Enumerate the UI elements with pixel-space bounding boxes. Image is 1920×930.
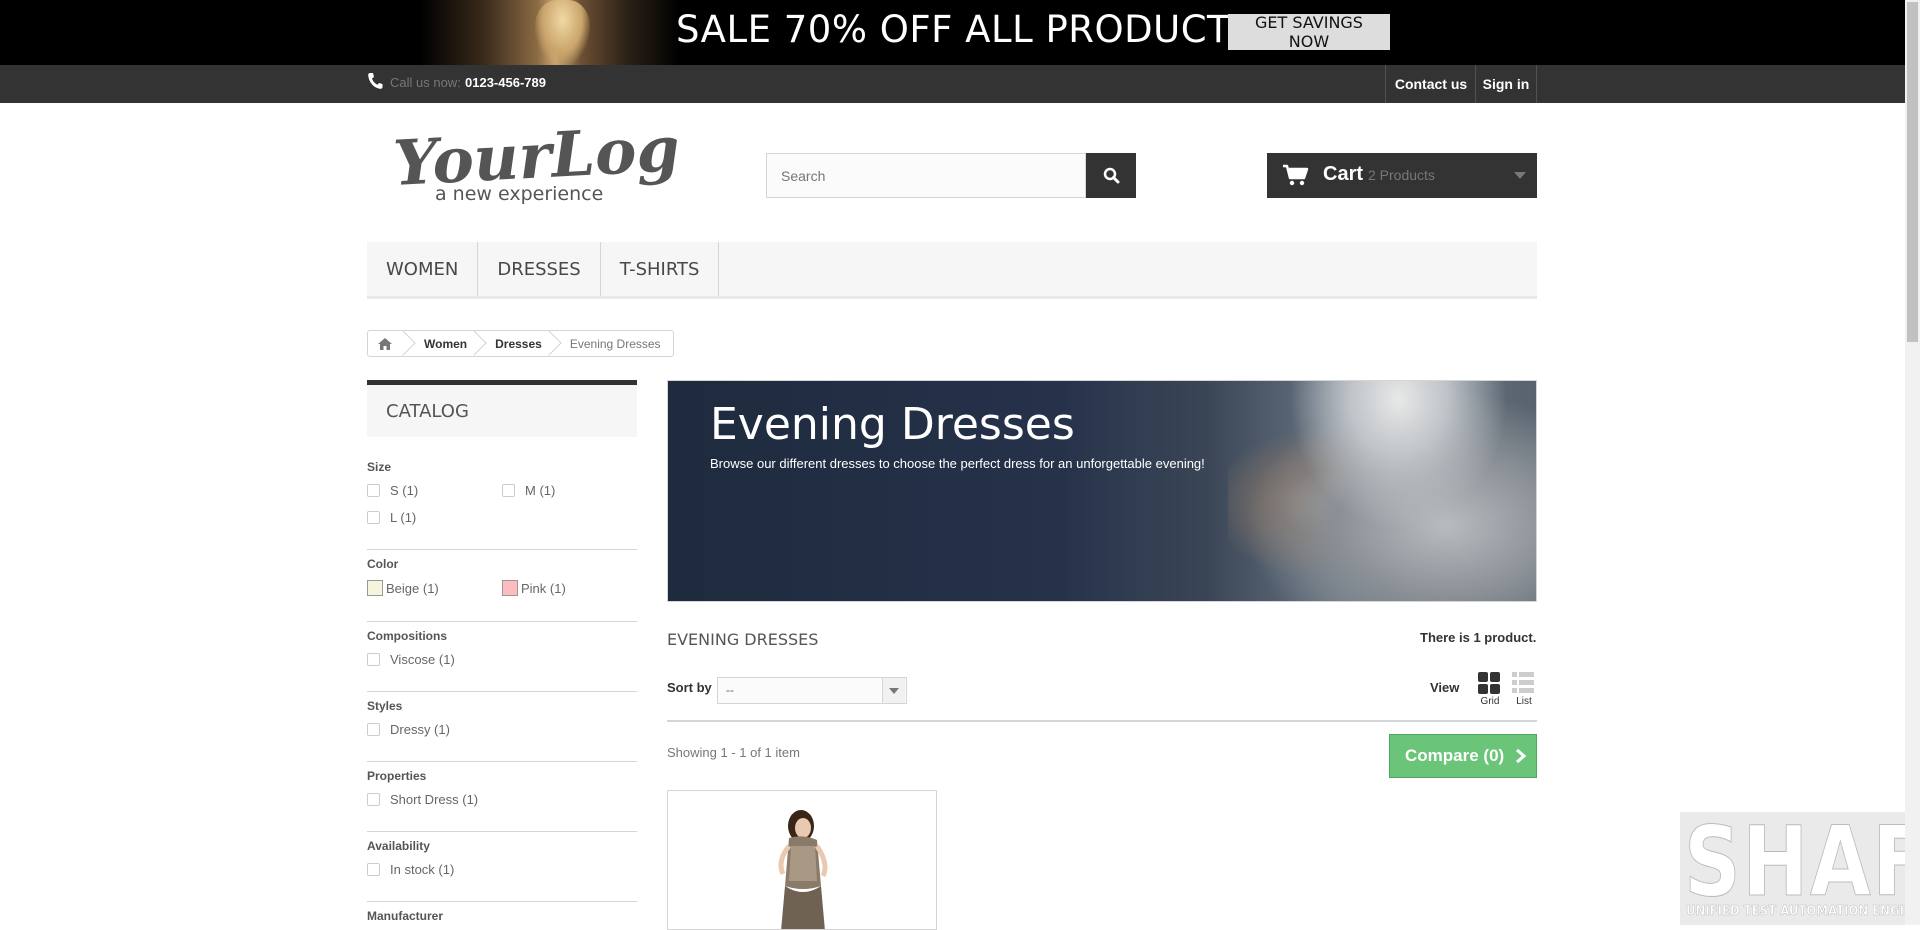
grid-view-label[interactable]: Grid <box>1478 696 1502 707</box>
breadcrumb-home[interactable] <box>368 331 406 356</box>
banner-title: SALE 70% OFF ALL PRODUCTS <box>676 8 1255 51</box>
breadcrumb: Women Dresses Evening Dresses <box>367 330 674 357</box>
filter-availability-in-stock[interactable]: In stock (1) <box>367 862 454 877</box>
chevron-down-icon[interactable] <box>882 678 905 703</box>
filter-divider <box>367 831 637 832</box>
sort-label: Sort by <box>667 680 712 695</box>
filter-title-styles: Styles <box>367 699 403 713</box>
breadcrumb-current: Evening Dresses <box>569 336 661 351</box>
page-scrollbar[interactable] <box>1905 0 1920 925</box>
category-banner: Evening Dresses Browse our different dre… <box>667 380 1537 602</box>
watermark-subtitle: UNIFIED TEST AUTOMATION ENGINE <box>1686 904 1905 920</box>
shaft-watermark: SHAFT UNIFIED TEST AUTOMATION ENGINE <box>1680 812 1905 925</box>
chevron-down-icon <box>1514 172 1526 179</box>
color-swatch-pink[interactable] <box>502 580 518 596</box>
filter-divider <box>367 761 637 762</box>
filter-title-properties: Properties <box>367 769 427 783</box>
get-savings-button[interactable]: GET SAVINGS NOW <box>1228 13 1390 51</box>
breadcrumb-dresses[interactable]: Dresses <box>477 331 552 356</box>
banner-model-image <box>420 0 680 65</box>
scrollbar-thumb[interactable] <box>1907 2 1918 342</box>
filter-title-size: Size <box>367 460 392 474</box>
cart-button[interactable]: Cart 2 Products <box>1267 153 1537 198</box>
compare-label: Compare (0) <box>1405 746 1505 765</box>
filter-title-availability: Availability <box>367 839 430 853</box>
product-image[interactable] <box>763 806 843 930</box>
filter-property-short-dress[interactable]: Short Dress (1) <box>367 792 478 807</box>
filter-size-s[interactable]: S (1) <box>367 483 418 498</box>
search-icon <box>1103 167 1119 184</box>
filter-title-manufacturer: Manufacturer <box>367 909 444 923</box>
catalog-heading: CATALOG <box>367 380 637 437</box>
search-button[interactable] <box>1086 153 1136 198</box>
grid-view-icon[interactable] <box>1478 672 1500 694</box>
phone-number: 0123-456-789 <box>465 75 546 90</box>
filter-divider <box>367 901 637 902</box>
call-label: Call us now: <box>390 75 461 90</box>
menu-item-dresses[interactable]: DRESSES <box>478 242 601 296</box>
checkbox[interactable] <box>367 863 380 876</box>
checkbox[interactable] <box>367 653 380 666</box>
filter-size-m[interactable]: M (1) <box>502 483 555 498</box>
menu-item-women[interactable]: WOMEN <box>367 242 479 296</box>
main-menu: WOMEN DRESSES T-SHIRTS <box>367 242 1537 299</box>
cart-icon <box>1283 164 1309 186</box>
checkbox[interactable] <box>367 723 380 736</box>
cart-label: Cart <box>1323 163 1364 185</box>
filter-title-compositions: Compositions <box>367 629 447 643</box>
search-input[interactable] <box>766 153 1086 198</box>
category-banner-image <box>1228 381 1536 601</box>
filter-divider <box>367 549 637 550</box>
filter-size-l[interactable]: L (1) <box>367 510 416 525</box>
checkbox[interactable] <box>367 484 380 497</box>
filter-divider <box>367 621 637 622</box>
filter-color-pink[interactable]: Pink (1) <box>502 580 566 596</box>
menu-item-tshirts[interactable]: T-SHIRTS <box>601 242 720 296</box>
compare-button[interactable]: Compare (0) <box>1389 734 1537 778</box>
product-card[interactable] <box>667 790 937 930</box>
promo-banner[interactable]: SALE 70% OFF ALL PRODUCTS GET SAVINGS NO… <box>0 0 1905 65</box>
phone-icon <box>368 73 383 89</box>
filter-divider <box>367 691 637 692</box>
watermark-title: SHAFT <box>1684 812 1905 919</box>
sign-in-link[interactable]: Sign in <box>1475 65 1537 103</box>
chevron-right-icon <box>1516 749 1526 763</box>
toolbar-divider <box>667 720 1537 722</box>
breadcrumb-women[interactable]: Women <box>406 331 477 356</box>
cart-count: 2 Products <box>1368 167 1435 183</box>
product-count: There is 1 product. <box>1420 630 1537 645</box>
filter-title-color: Color <box>367 557 399 571</box>
showing-items-text: Showing 1 - 1 of 1 item <box>667 745 800 760</box>
category-banner-description: Browse our different dresses to choose t… <box>710 456 1205 471</box>
svg-text:a new experience: a new experience <box>435 183 603 205</box>
top-bar: Call us now: 0123-456-789 Contact us Sig… <box>0 65 1905 103</box>
list-view-label[interactable]: List <box>1512 696 1536 707</box>
checkbox[interactable] <box>502 484 515 497</box>
category-heading: EVENING DRESSES <box>667 630 819 649</box>
contact-us-link[interactable]: Contact us <box>1385 65 1476 103</box>
color-swatch-beige[interactable] <box>367 580 383 596</box>
list-view-icon[interactable] <box>1512 672 1534 694</box>
category-banner-title: Evening Dresses <box>710 399 1075 450</box>
filter-style-dressy[interactable]: Dressy (1) <box>367 722 450 737</box>
filter-composition-viscose[interactable]: Viscose (1) <box>367 652 455 667</box>
store-logo[interactable]: YourLogo a new experience <box>390 120 680 210</box>
filter-color-beige[interactable]: Beige (1) <box>367 580 439 596</box>
sort-select[interactable]: -- <box>717 677 907 704</box>
home-icon <box>378 337 392 350</box>
view-label: View <box>1430 680 1460 695</box>
checkbox[interactable] <box>367 511 380 524</box>
checkbox[interactable] <box>367 793 380 806</box>
